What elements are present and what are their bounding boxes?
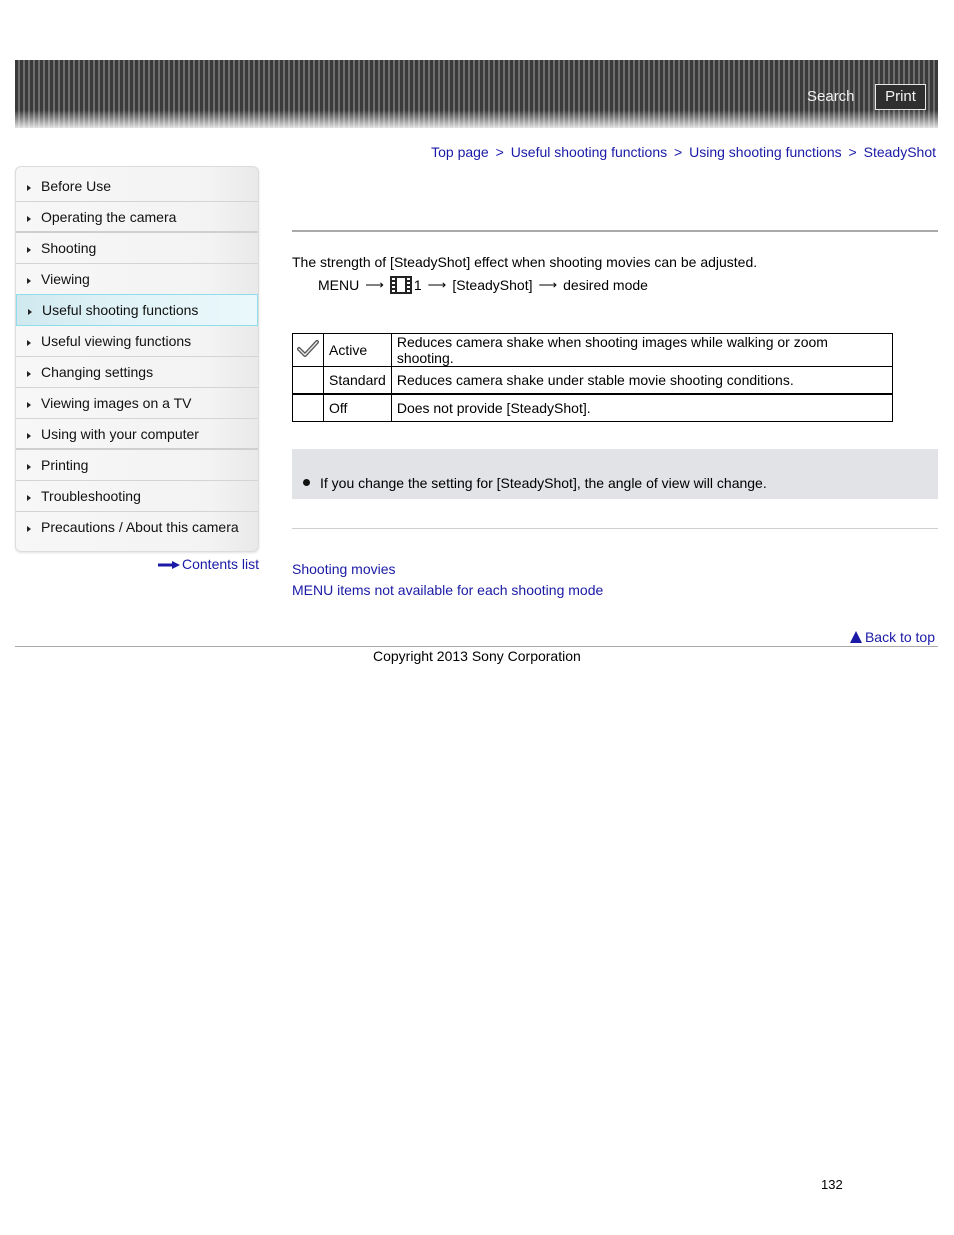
sidebar-item-useful-viewing-functions[interactable]: Useful viewing functions <box>16 326 258 357</box>
footer-divider <box>15 646 938 647</box>
table-row: Off Does not provide [SteadyShot]. <box>292 393 893 422</box>
triangle-right-icon <box>27 432 31 439</box>
mode-description: Reduces camera shake when shooting image… <box>390 333 893 367</box>
sidebar-item-troubleshooting[interactable]: Troubleshooting <box>16 481 258 512</box>
breadcrumb-separator: > <box>674 144 683 160</box>
breadcrumb-steadyshot[interactable]: SteadyShot <box>864 144 936 160</box>
related-link-menu-items-not-available[interactable]: MENU items not available for each shooti… <box>292 580 603 601</box>
sidebar-item-changing-settings[interactable]: Changing settings <box>16 357 258 388</box>
related-divider <box>292 528 938 529</box>
menu-item-steadyshot: [SteadyShot] <box>452 277 533 293</box>
sidebar-item-label: Changing settings <box>41 364 154 380</box>
mode-description: Does not provide [SteadyShot]. <box>390 393 893 422</box>
mode-description: Reduces camera shake under stable movie … <box>390 366 893 395</box>
back-to-top-link[interactable]: Back to top <box>849 629 935 645</box>
sidebar-nav: Before Use Operating the camera Shooting… <box>15 166 259 552</box>
arrow-icon: ⟶ <box>427 277 447 292</box>
sidebar-item-shooting[interactable]: Shooting <box>16 233 258 264</box>
title-divider <box>292 230 938 232</box>
breadcrumb-useful-shooting-functions[interactable]: Useful shooting functions <box>511 144 667 160</box>
sidebar-item-operating-the-camera[interactable]: Operating the camera <box>16 202 258 233</box>
triangle-right-icon <box>27 526 31 532</box>
menu-label: MENU <box>318 277 360 293</box>
triangle-right-icon <box>27 185 31 191</box>
intro-text: The strength of [SteadyShot] effect when… <box>292 254 758 270</box>
sidebar-item-viewing-images-on-a-tv[interactable]: Viewing images on a TV <box>16 388 258 419</box>
sidebar-item-label: Useful shooting functions <box>42 302 199 318</box>
table-row: Standard Reduces camera shake under stab… <box>292 366 893 395</box>
arrow-right-icon <box>158 561 180 570</box>
triangle-right-icon <box>27 278 31 284</box>
sidebar-item-viewing[interactable]: Viewing <box>16 264 258 295</box>
triangle-right-icon <box>27 495 31 501</box>
sidebar-item-before-use[interactable]: Before Use <box>16 167 258 202</box>
sidebar-item-label: Viewing images on a TV <box>41 395 192 411</box>
triangle-right-icon <box>27 402 31 408</box>
triangle-right-icon <box>27 464 31 470</box>
triangle-right-icon <box>27 247 31 253</box>
related-link-shooting-movies[interactable]: Shooting movies <box>292 559 603 580</box>
sidebar-item-label: Troubleshooting <box>41 488 141 504</box>
sidebar-item-label: Viewing <box>41 271 90 287</box>
sidebar-item-printing[interactable]: Printing <box>16 450 258 481</box>
mode-name: Active <box>323 333 392 367</box>
note-box: If you change the setting for [SteadySho… <box>292 449 938 499</box>
bullet-icon <box>303 479 310 486</box>
mode-name: Off <box>323 393 392 422</box>
sidebar-item-using-with-your-computer[interactable]: Using with your computer <box>16 419 258 450</box>
sidebar-item-label: Using with your computer <box>41 426 199 442</box>
checkmark-icon <box>297 339 319 357</box>
mode-name: Standard <box>323 366 392 395</box>
search-button[interactable]: Search <box>807 88 855 105</box>
default-marker-cell <box>292 366 324 395</box>
breadcrumb-separator: > <box>495 144 504 160</box>
breadcrumb: Top page > Useful shooting functions > U… <box>431 144 936 160</box>
arrow-icon: ⟶ <box>365 277 384 292</box>
sidebar-item-label: Printing <box>41 457 89 473</box>
menu-tab-number: 1 <box>413 277 422 293</box>
contents-list-link[interactable]: Contents list <box>158 556 259 572</box>
modes-table: Active Reduces camera shake when shootin… <box>292 333 893 422</box>
note-text: If you change the setting for [SteadySho… <box>320 475 767 491</box>
breadcrumb-using-shooting-functions[interactable]: Using shooting functions <box>689 144 842 160</box>
sidebar-item-label: Before Use <box>41 178 112 194</box>
sidebar-item-useful-shooting-functions[interactable]: Useful shooting functions <box>16 294 258 326</box>
page-number: 132 <box>821 1177 843 1192</box>
sidebar-item-label: Shooting <box>41 240 97 256</box>
triangle-right-icon <box>28 309 32 315</box>
triangle-right-icon <box>27 340 31 346</box>
sidebar-item-label: Useful viewing functions <box>41 333 192 349</box>
copyright: Copyright 2013 Sony Corporation <box>373 648 581 664</box>
menu-target: desired mode <box>563 277 648 293</box>
arrow-icon: ⟶ <box>538 277 558 292</box>
breadcrumb-top-page[interactable]: Top page <box>431 144 489 160</box>
related-links: Shooting movies MENU items not available… <box>292 559 603 601</box>
menu-path: MENU ⟶ 1 ⟶ [SteadyShot] ⟶ desired mode <box>318 276 648 294</box>
sidebar-item-label: Operating the camera <box>41 209 177 225</box>
default-marker-cell <box>292 393 324 422</box>
triangle-right-icon <box>27 215 31 222</box>
table-row: Active Reduces camera shake when shootin… <box>292 333 893 367</box>
back-to-top-label: Back to top <box>864 629 935 645</box>
header-banner: Search Print <box>15 60 938 128</box>
triangle-up-icon <box>849 631 862 643</box>
movie-film-icon <box>389 276 412 294</box>
sidebar-item-label: Precautions / About this camera <box>41 519 239 535</box>
print-button[interactable]: Print <box>875 84 926 110</box>
default-marker-cell <box>292 333 324 367</box>
contents-list-label: Contents list <box>182 556 260 572</box>
triangle-right-icon <box>27 371 31 377</box>
sidebar-item-precautions[interactable]: Precautions / About this camera <box>16 512 258 542</box>
breadcrumb-separator: > <box>848 144 857 160</box>
